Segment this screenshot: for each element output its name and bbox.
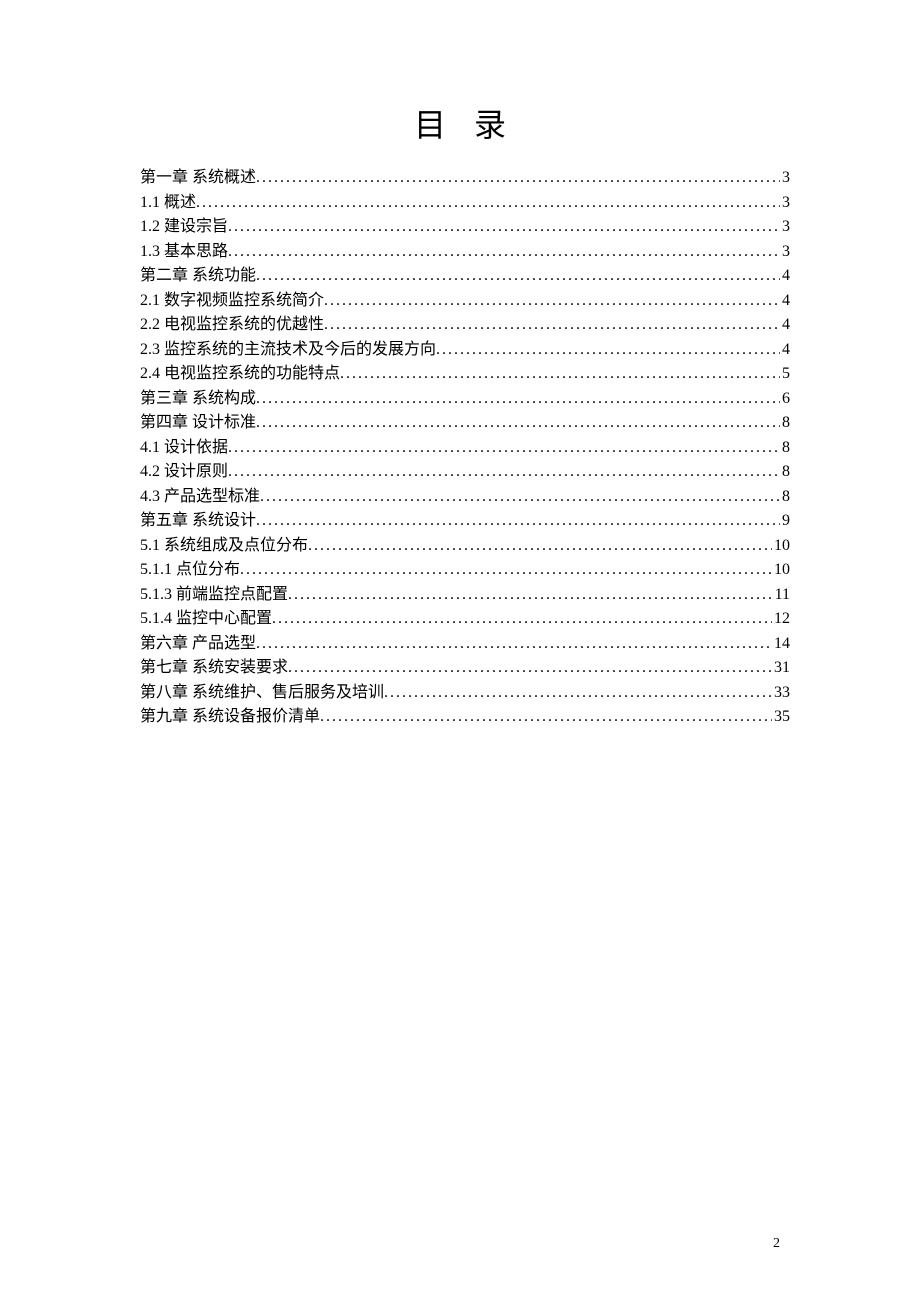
toc-dot-leader <box>384 681 772 706</box>
toc-entry: 2.4 电视监控系统的功能特点 5 <box>140 362 790 387</box>
toc-entry-label: 第九章 系统设备报价清单 <box>140 705 320 730</box>
toc-entry: 4.2 设计原则 8 <box>140 460 790 485</box>
toc-entry-page: 3 <box>780 215 790 240</box>
toc-entry: 第五章 系统设计 9 <box>140 509 790 534</box>
toc-entry: 第一章 系统概述 3 <box>140 166 790 191</box>
toc-dot-leader <box>288 656 772 681</box>
toc-entry-label: 5.1.4 监控中心配置 <box>140 607 272 632</box>
toc-entry-label: 2.1 数字视频监控系统简介 <box>140 289 324 314</box>
toc-dot-leader <box>340 362 780 387</box>
toc-entry: 2.3 监控系统的主流技术及今后的发展方向 4 <box>140 338 790 363</box>
toc-entry: 第二章 系统功能 4 <box>140 264 790 289</box>
toc-entry-page: 4 <box>780 289 790 314</box>
toc-dot-leader <box>256 166 780 191</box>
toc-entry: 1.2 建设宗旨 3 <box>140 215 790 240</box>
toc-dot-leader <box>196 191 780 216</box>
toc-entry-page: 31 <box>772 656 790 681</box>
document-page: 目 录 第一章 系统概述31.1 概述31.2 建设宗旨31.3 基本思路3第二… <box>0 0 920 730</box>
toc-dot-leader <box>256 509 780 534</box>
toc-entry-label: 5.1 系统组成及点位分布 <box>140 534 308 559</box>
toc-entry: 5.1.4 监控中心配置 12 <box>140 607 790 632</box>
toc-entry-page: 6 <box>780 387 790 412</box>
toc-entry: 1.1 概述 3 <box>140 191 790 216</box>
toc-entry-label: 第二章 系统功能 <box>140 264 256 289</box>
toc-entry: 第七章 系统安装要求 31 <box>140 656 790 681</box>
toc-dot-leader <box>324 289 780 314</box>
toc-entry-label: 1.3 基本思路 <box>140 240 228 265</box>
toc-entry-label: 1.1 概述 <box>140 191 196 216</box>
toc-entry-label: 第五章 系统设计 <box>140 509 256 534</box>
toc-dot-leader <box>228 460 780 485</box>
toc-entry-page: 33 <box>772 681 790 706</box>
toc-entry-label: 第四章 设计标准 <box>140 411 256 436</box>
toc-entry-label: 第六章 产品选型 <box>140 632 256 657</box>
toc-dot-leader <box>228 215 780 240</box>
toc-entry: 1.3 基本思路 3 <box>140 240 790 265</box>
toc-entry-page: 14 <box>772 632 790 657</box>
toc-entry: 2.1 数字视频监控系统简介 4 <box>140 289 790 314</box>
toc-entry-label: 4.3 产品选型标准 <box>140 485 260 510</box>
toc-entry-label: 5.1.1 点位分布 <box>140 558 240 583</box>
toc-entry: 4.3 产品选型标准 8 <box>140 485 790 510</box>
toc-entry-page: 8 <box>780 460 790 485</box>
toc-dot-leader <box>288 583 773 608</box>
toc-dot-leader <box>256 632 772 657</box>
toc-entry-page: 12 <box>772 607 790 632</box>
toc-entry: 4.1 设计依据 8 <box>140 436 790 461</box>
toc-entry-label: 5.1.3 前端监控点配置 <box>140 583 288 608</box>
toc-entry-page: 5 <box>780 362 790 387</box>
toc-entry-page: 8 <box>780 485 790 510</box>
toc-dot-leader <box>228 240 780 265</box>
toc-entry: 5.1.1 点位分布 10 <box>140 558 790 583</box>
toc-entry: 5.1.3 前端监控点配置 11 <box>140 583 790 608</box>
toc-entry-page: 11 <box>773 583 790 608</box>
toc-entry-label: 2.2 电视监控系统的优越性 <box>140 313 324 338</box>
toc-entry-page: 35 <box>772 705 790 730</box>
toc-dot-leader <box>324 313 780 338</box>
toc-dot-leader <box>240 558 772 583</box>
toc-entry: 5.1 系统组成及点位分布 10 <box>140 534 790 559</box>
toc-entry: 第四章 设计标准 8 <box>140 411 790 436</box>
toc-title: 目 录 <box>140 100 790 146</box>
toc-entry: 第八章 系统维护、售后服务及培训 33 <box>140 681 790 706</box>
toc-entry-label: 第八章 系统维护、售后服务及培训 <box>140 681 384 706</box>
toc-entry-page: 4 <box>780 313 790 338</box>
toc-entry-page: 3 <box>780 166 790 191</box>
toc-dot-leader <box>260 485 780 510</box>
toc-entry-label: 2.3 监控系统的主流技术及今后的发展方向 <box>140 338 436 363</box>
toc-entry-label: 4.2 设计原则 <box>140 460 228 485</box>
page-number: 2 <box>773 1236 780 1252</box>
toc-entry-page: 4 <box>780 338 790 363</box>
toc-dot-leader <box>272 607 772 632</box>
toc-entry-page: 4 <box>780 264 790 289</box>
toc-dot-leader <box>436 338 780 363</box>
toc-entry-page: 8 <box>780 436 790 461</box>
toc-entry-label: 第七章 系统安装要求 <box>140 656 288 681</box>
toc-entry: 2.2 电视监控系统的优越性 4 <box>140 313 790 338</box>
toc-entry-page: 10 <box>772 534 790 559</box>
toc-entry-page: 10 <box>772 558 790 583</box>
toc-entry-label: 第三章 系统构成 <box>140 387 256 412</box>
toc-entry-page: 9 <box>780 509 790 534</box>
toc-dot-leader <box>228 436 780 461</box>
toc-entry: 第三章 系统构成 6 <box>140 387 790 412</box>
toc-entry: 第九章 系统设备报价清单 35 <box>140 705 790 730</box>
toc-dot-leader <box>256 264 780 289</box>
toc-entry-page: 8 <box>780 411 790 436</box>
toc-list: 第一章 系统概述31.1 概述31.2 建设宗旨31.3 基本思路3第二章 系统… <box>140 166 790 730</box>
toc-dot-leader <box>320 705 772 730</box>
toc-entry-label: 2.4 电视监控系统的功能特点 <box>140 362 340 387</box>
toc-dot-leader <box>308 534 772 559</box>
toc-dot-leader <box>256 387 780 412</box>
toc-entry: 第六章 产品选型 14 <box>140 632 790 657</box>
toc-entry-label: 4.1 设计依据 <box>140 436 228 461</box>
toc-entry-page: 3 <box>780 240 790 265</box>
toc-dot-leader <box>256 411 780 436</box>
toc-entry-label: 1.2 建设宗旨 <box>140 215 228 240</box>
toc-entry-page: 3 <box>780 191 790 216</box>
toc-entry-label: 第一章 系统概述 <box>140 166 256 191</box>
